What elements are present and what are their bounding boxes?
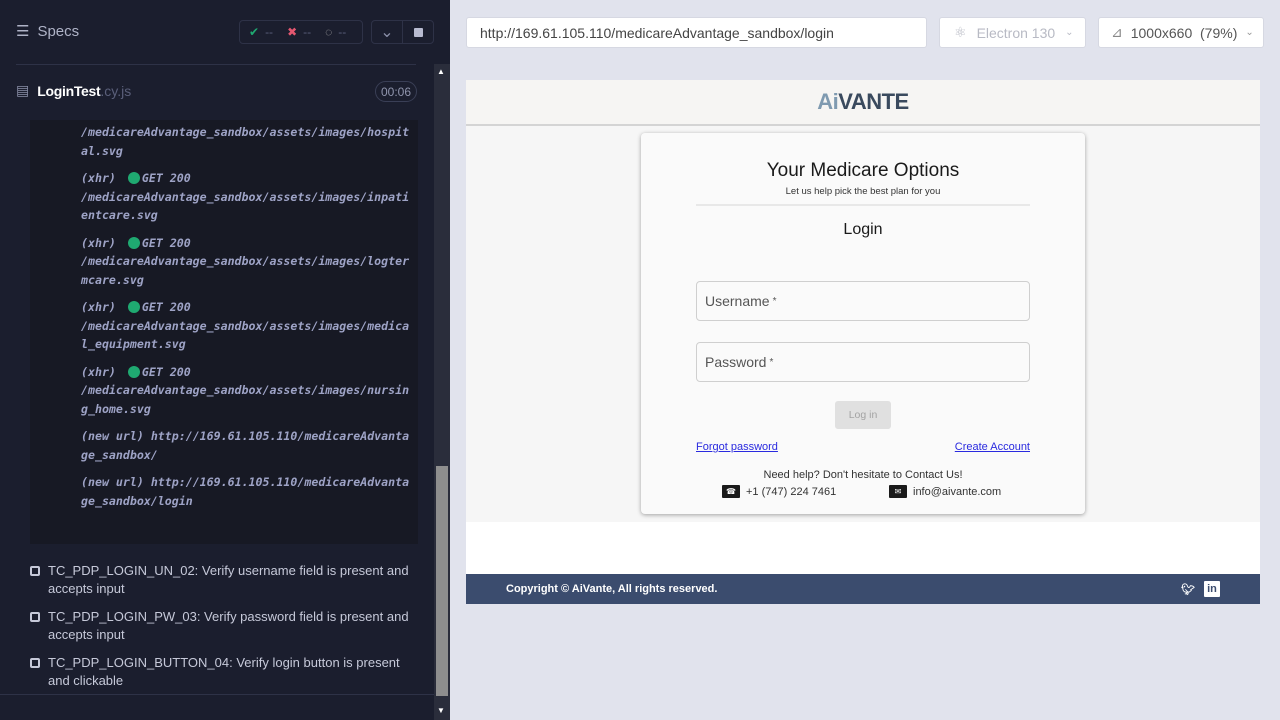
help-text: Need help? Don't hesitate to Contact Us! xyxy=(763,469,963,481)
run-controls: ⌄ xyxy=(371,20,434,44)
status-success-icon xyxy=(127,172,140,184)
scroll-up-icon[interactable]: ▲ xyxy=(437,67,445,76)
viewport-select[interactable]: ⊿ 1000x660 (79%) ⌄ xyxy=(1098,17,1264,48)
phone-number: +1 (747) 224 7461 xyxy=(746,485,837,498)
viewport-label: 1000x660 (79%) xyxy=(1130,24,1238,41)
specs-menu-icon: ☰ xyxy=(16,23,30,40)
divider xyxy=(16,64,416,65)
required-mark: * xyxy=(772,295,777,307)
footer: Copyright © AiVante, All rights reserved… xyxy=(466,574,1260,604)
log-prefix: (new url) xyxy=(81,475,144,489)
log-path: /medicareAdvantage_sandbox/assets/images… xyxy=(81,254,410,287)
username-label: Username xyxy=(705,293,770,309)
aivante-logo[interactable]: AiVANTE xyxy=(817,89,909,115)
login-button[interactable]: Log in xyxy=(835,401,891,429)
reporter-panel: ☰ Specs ✔ -- ✖ -- ◌ -- ⌄ ▤ LoginTest.cy.js 00… xyxy=(0,0,450,720)
stop-icon[interactable] xyxy=(403,21,433,43)
log-path: /medicareAdvantage_sandbox/assets/images… xyxy=(81,125,410,158)
chevron-down-icon: ⌄ xyxy=(1245,27,1254,38)
test-title: TC_PDP_LOGIN_BUTTON_04: Verify login but… xyxy=(48,655,400,688)
email-contact: ✉ info@aivante.com xyxy=(889,485,1001,498)
phone-contact-icon: ☎ xyxy=(722,485,740,498)
divider xyxy=(696,204,1030,206)
log-path: /medicareAdvantage_sandbox/assets/images… xyxy=(81,189,410,223)
username-input[interactable]: Username * xyxy=(696,281,1030,321)
page-subtitle: Let us help pick the best plan for you xyxy=(785,186,941,197)
specs-title: Specs xyxy=(37,22,80,40)
copyright: Copyright © AiVante, All rights reserved… xyxy=(506,583,718,595)
linkedin-icon[interactable]: in xyxy=(1204,581,1220,597)
log-prefix: (xhr) xyxy=(81,235,116,250)
test-status-icon xyxy=(30,566,40,576)
spec-duration: 00:06 xyxy=(375,81,417,102)
status-success-icon xyxy=(127,301,140,313)
log-entry[interactable]: (new url) http://169.61.105.110/medicare… xyxy=(81,473,413,510)
password-input[interactable]: Password * xyxy=(696,342,1030,382)
divider xyxy=(0,694,434,695)
page-title: Your Medicare Options xyxy=(766,160,960,181)
log-entry[interactable]: (xhr) GET 200/medicareAdvantage_sandbox/a… xyxy=(81,363,413,419)
spec-ext: .cy.js xyxy=(100,82,132,99)
log-entry[interactable]: (xhr) GET 200/medicareAdvantage_sandbox/a… xyxy=(81,298,413,354)
test-item[interactable]: TC_PDP_LOGIN_BUTTON_04: Verify login but… xyxy=(30,654,420,690)
spec-file[interactable]: ▤ LoginTest.cy.js xyxy=(16,82,131,99)
document-icon: ▤ xyxy=(16,82,30,98)
log-method: GET 200 xyxy=(141,364,191,379)
test-title: TC_PDP_LOGIN_UN_02: Verify username fiel… xyxy=(48,563,409,596)
test-list: TC_PDP_LOGIN_UN_02: Verify username fiel… xyxy=(30,562,420,700)
log-path: /medicareAdvantage_sandbox/assets/images… xyxy=(81,318,410,352)
specs-header[interactable]: ☰ Specs xyxy=(16,22,80,41)
passed-count: -- xyxy=(265,25,274,39)
log-entry[interactable]: (xhr) GET 200/medicareAdvantage_sandbox/a… xyxy=(81,234,413,290)
test-item[interactable]: TC_PDP_LOGIN_PW_03: Verify password fiel… xyxy=(30,608,420,644)
failed-count: -- xyxy=(303,25,312,39)
email-address: info@aivante.com xyxy=(913,485,1002,498)
twitter-icon[interactable]: 🐦︎ xyxy=(1180,581,1196,597)
test-stats: ✔ -- ✖ -- ◌ -- xyxy=(239,20,363,44)
browser-select[interactable]: ⚛ Electron 130 ⌄ xyxy=(939,17,1086,48)
command-log: /medicareAdvantage_sandbox/assets/images… xyxy=(30,120,418,544)
ruler-icon: ⊿ xyxy=(1111,24,1123,40)
log-prefix: (xhr) xyxy=(81,171,116,185)
spec-name: LoginTest xyxy=(37,82,101,99)
chevron-down-icon: ⌄ xyxy=(1065,27,1074,38)
log-entry[interactable]: (xhr) GET 200/medicareAdvantage_sandbox/a… xyxy=(81,169,413,225)
test-title: TC_PDP_LOGIN_PW_03: Verify password fiel… xyxy=(48,609,409,642)
log-path: /medicareAdvantage_sandbox/assets/images… xyxy=(81,383,410,416)
log-prefix: (xhr) xyxy=(81,364,116,379)
failed-icon: ✖ xyxy=(287,25,298,39)
status-success-icon xyxy=(127,236,140,249)
test-status-icon xyxy=(30,612,40,622)
phone-contact: ☎ +1 (747) 224 7461 xyxy=(722,485,836,498)
scrollbar-thumb[interactable] xyxy=(436,466,448,696)
browser-label: Electron 130 xyxy=(976,24,1056,41)
pending-icon: ◌ xyxy=(325,25,333,39)
log-entry[interactable]: (new url) http://169.61.105.110/medicare… xyxy=(81,427,413,464)
email-contact-icon: ✉ xyxy=(889,485,907,498)
log-entry[interactable]: /medicareAdvantage_sandbox/assets/images… xyxy=(81,123,413,160)
login-heading: Login xyxy=(843,221,883,238)
log-method: GET 200 xyxy=(141,235,191,250)
forgot-password-link[interactable]: Forgot password xyxy=(696,441,778,453)
passed-icon: ✔ xyxy=(249,25,260,39)
log-method: GET 200 xyxy=(141,171,191,185)
url-text: http://169.61.105.110/medicareAdvantage_… xyxy=(480,24,834,41)
url-bar[interactable]: http://169.61.105.110/medicareAdvantage_… xyxy=(466,17,927,48)
log-prefix: (new url) xyxy=(81,429,144,443)
pending-count: -- xyxy=(338,25,347,39)
chevron-down-icon[interactable]: ⌄ xyxy=(372,21,403,43)
status-success-icon xyxy=(127,365,140,378)
login-card: Your Medicare Options Let us help pick t… xyxy=(641,133,1085,514)
required-mark: * xyxy=(769,356,774,368)
password-label: Password xyxy=(705,354,767,370)
log-prefix: (xhr) xyxy=(81,300,116,314)
create-account-link[interactable]: Create Account xyxy=(955,441,1030,453)
test-item[interactable]: TC_PDP_LOGIN_UN_02: Verify username fiel… xyxy=(30,562,420,598)
test-status-icon xyxy=(30,658,40,668)
log-method: GET 200 xyxy=(141,300,191,314)
electron-icon: ⚛ xyxy=(954,24,967,40)
app-preview: AiVANTE Your Medicare Options Let us hel… xyxy=(466,80,1260,604)
scroll-down-icon[interactable]: ▼ xyxy=(437,706,445,715)
navbar: AiVANTE xyxy=(466,80,1260,126)
